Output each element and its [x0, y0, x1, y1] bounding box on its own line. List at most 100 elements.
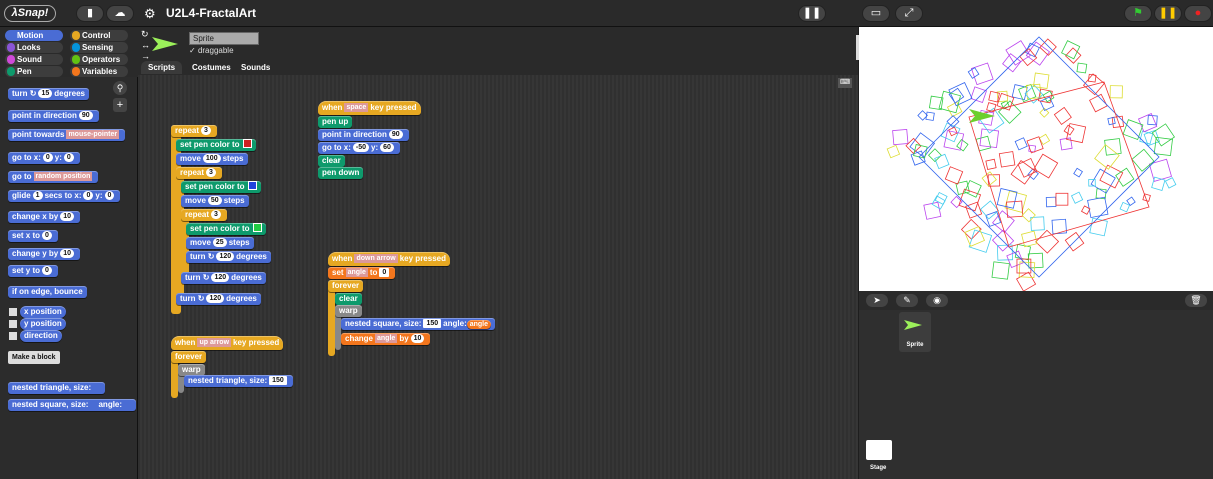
go-to-xy-block[interactable]: go to x: -50 y: 60 [318, 142, 400, 154]
forever-block[interactable]: forever [328, 280, 364, 292]
stage[interactable] [859, 27, 1213, 291]
stop-icon[interactable]: ● [1184, 5, 1212, 22]
paint-brush-icon[interactable]: ✎ [896, 294, 918, 307]
category-sensing[interactable]: Sensing [70, 42, 128, 53]
settings-gear-icon[interactable]: ⚙ [144, 6, 156, 22]
snap-logo[interactable]: λSnap! [4, 5, 56, 22]
set-y-block[interactable]: set y to 0 [8, 265, 58, 277]
tab-costumes[interactable]: Costumes [185, 61, 238, 74]
turn-input[interactable]: 120 [206, 294, 225, 303]
turn-block[interactable]: turn ↻ 120 degrees [176, 293, 261, 305]
stage-thumbnail[interactable] [866, 440, 892, 460]
set-pen-color-block[interactable]: set pen color to [181, 181, 261, 193]
change-x-input[interactable]: 10 [60, 212, 75, 221]
category-operators[interactable]: Operators [70, 54, 128, 65]
category-control[interactable]: Control [70, 30, 128, 41]
checkbox-x-position[interactable] [9, 308, 17, 316]
value-input[interactable]: 0 [379, 268, 390, 277]
key-dropdown[interactable]: down arrow [354, 254, 398, 263]
pen-down-block[interactable]: pen down [318, 167, 364, 179]
forever-block[interactable]: forever [171, 351, 207, 363]
when-key-pressed-hat[interactable]: when space key pressed [318, 101, 421, 115]
warp-block[interactable]: warp [335, 305, 362, 317]
y-input[interactable]: 60 [380, 143, 394, 152]
direction-reporter[interactable]: direction [20, 330, 62, 342]
nested-triangle-block[interactable]: nested triangle, size: [8, 382, 106, 394]
when-key-pressed-hat[interactable]: when up arrow key pressed [171, 336, 284, 350]
sprite-thumbnail[interactable]: Sprite [899, 312, 931, 352]
move-block[interactable]: move 50 steps [181, 195, 249, 207]
towards-dropdown[interactable]: mouse-pointer [66, 130, 120, 139]
category-motion[interactable]: Motion [5, 30, 63, 41]
go-to-xy-block[interactable]: go to x: 0 y: 0 [8, 152, 80, 164]
size-input[interactable]: 150 [423, 319, 442, 328]
pause-icon[interactable]: ❚❚ [1154, 5, 1182, 22]
nested-triangle-block[interactable]: nested triangle, size: 150 [184, 375, 293, 387]
point-in-direction-block[interactable]: point in direction 90 [318, 129, 409, 141]
glide-block[interactable]: glide 1 secs to x: 0 y: 0 [8, 190, 121, 202]
x-position-reporter[interactable]: x position [20, 306, 66, 318]
move-block[interactable]: move 25 steps [186, 237, 254, 249]
size-input[interactable]: 150 [269, 376, 287, 385]
checkbox-y-position[interactable] [9, 320, 17, 328]
search-icon[interactable]: ⚲ [113, 81, 127, 95]
move-input[interactable]: 25 [212, 238, 227, 247]
turn-block[interactable]: turn ↻ 120 degrees [186, 251, 271, 263]
repeat-input[interactable]: 3 [201, 126, 211, 135]
red-color-swatch[interactable] [242, 139, 252, 148]
variable-dropdown[interactable]: angle [375, 334, 398, 343]
move-input[interactable]: 100 [202, 154, 221, 163]
y-input[interactable]: 0 [63, 153, 74, 162]
draggable-checkbox[interactable]: ✓ draggable [189, 46, 234, 55]
trash-icon[interactable]: 🗑 [1185, 294, 1207, 307]
turn-input[interactable]: 120 [211, 273, 230, 282]
set-x-input[interactable]: 0 [42, 231, 52, 240]
goto-dropdown[interactable]: random position [33, 172, 93, 181]
variable-dropdown[interactable]: angle [345, 268, 368, 277]
by-input[interactable]: 10 [410, 334, 425, 343]
tab-scripts[interactable]: Scripts [141, 61, 183, 74]
clear-block[interactable]: clear [318, 155, 345, 167]
x-input[interactable]: -50 [352, 143, 370, 152]
turtle-sprite-icon[interactable]: ➤ [866, 294, 888, 307]
repeat-block[interactable]: repeat 3 [171, 125, 217, 137]
camera-icon[interactable]: ◉ [926, 294, 948, 307]
key-dropdown[interactable]: space [344, 103, 369, 112]
tab-sounds[interactable]: Sounds [234, 61, 277, 74]
direction-input[interactable]: 90 [388, 130, 403, 139]
y-position-reporter[interactable]: y position [20, 318, 66, 330]
set-variable-block[interactable]: set angle to 0 [328, 267, 396, 279]
normal-stage-icon[interactable]: ▭ [862, 5, 890, 22]
rotate-icon[interactable]: ↻ [141, 29, 149, 40]
zoom-blocks-icon[interactable]: + [113, 98, 127, 112]
green-flag-icon[interactable]: ⚑ [1124, 5, 1152, 22]
category-looks[interactable]: Looks [5, 42, 63, 53]
angle-variable-reporter[interactable]: angle [466, 320, 492, 329]
nested-square-block[interactable]: nested square, size: 150 angle: angle [341, 318, 496, 330]
repeat-input[interactable]: 3 [206, 168, 216, 177]
green-color-swatch[interactable] [252, 223, 262, 232]
repeat-input[interactable]: 3 [211, 210, 221, 219]
move-block[interactable]: move 100 steps [176, 153, 248, 165]
presentation-mode-icon[interactable]: ⤢ [895, 5, 923, 22]
change-y-block[interactable]: change y by 10 [8, 248, 81, 260]
key-dropdown[interactable]: up arrow [197, 338, 232, 347]
set-y-input[interactable]: 0 [42, 266, 52, 275]
repeat-block[interactable]: repeat 3 [181, 209, 227, 221]
category-sound[interactable]: Sound [5, 54, 63, 65]
blue-color-swatch[interactable] [247, 181, 257, 190]
turn-input[interactable]: 15 [38, 89, 53, 98]
direction-input[interactable]: 90 [78, 111, 93, 120]
pen-up-block[interactable]: pen up [318, 116, 353, 128]
category-pen[interactable]: Pen [5, 66, 63, 77]
x-input[interactable]: 0 [83, 191, 94, 200]
change-y-input[interactable]: 10 [60, 249, 75, 258]
sprite-name-field[interactable]: Sprite [189, 32, 259, 45]
no-rotate-icon[interactable]: → [141, 51, 150, 61]
point-in-direction-block[interactable]: point in direction 90 [8, 110, 99, 122]
secs-input[interactable]: 1 [32, 191, 43, 200]
repeat-block[interactable]: repeat 3 [176, 167, 222, 179]
change-x-block[interactable]: change x by 10 [8, 211, 81, 223]
category-variables[interactable]: Variables [70, 66, 128, 77]
bounce-block[interactable]: if on edge, bounce [8, 286, 87, 298]
